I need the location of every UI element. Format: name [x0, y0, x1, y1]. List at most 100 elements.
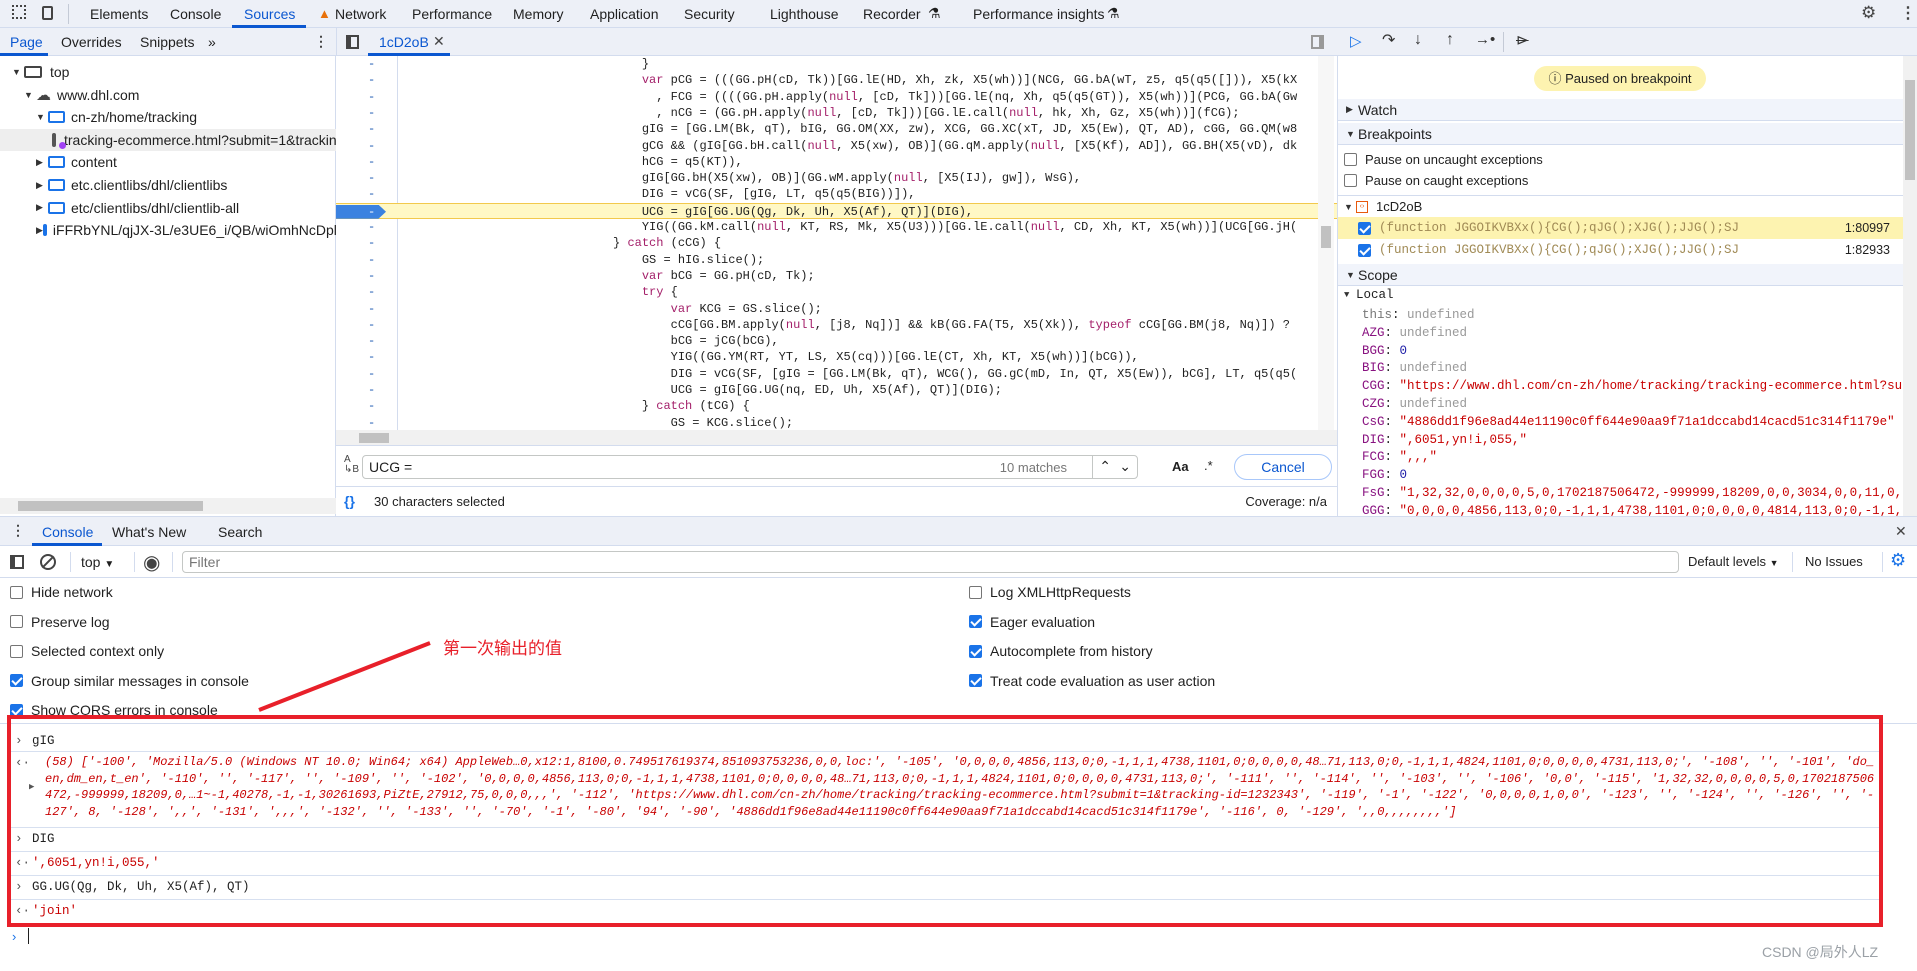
clear-console-icon[interactable] [40, 554, 56, 570]
line-number[interactable]: - [368, 284, 378, 300]
console-setting-checkbox[interactable]: Hide network [10, 584, 113, 600]
line-number[interactable]: - [368, 317, 378, 333]
navigator-tab-page[interactable]: Page [10, 34, 43, 50]
breakpoint-file-group[interactable]: ▼ ‹› 1cD2oB [1344, 199, 1422, 214]
expand-arrow-icon[interactable]: ▶ [29, 782, 34, 792]
tab-application[interactable]: Application [590, 6, 659, 22]
code-editor[interactable]: - } - var pCG = (((GG.pH(cD, Tk))[GG.lE(H… [336, 56, 1337, 430]
tree-item[interactable]: ▼ top [0, 61, 336, 83]
console-setting-checkbox[interactable]: Show CORS errors in console [10, 702, 218, 718]
console-setting-checkbox[interactable]: Selected context only [10, 643, 164, 659]
editor-vertical-scrollbar[interactable] [1318, 56, 1334, 430]
breakpoint-marker-icon[interactable] [336, 204, 386, 219]
toggle-debugger-icon[interactable] [1311, 35, 1324, 49]
scope-variable[interactable]: FsG: "1,32,32,0,0,0,0,5,0,1702187506472,… [1362, 484, 1902, 502]
line-number[interactable]: - [368, 154, 378, 170]
tree-item[interactable]: ▶ etc.clientlibs/dhl/clientlibs [0, 174, 336, 196]
code-line[interactable]: - var pCG = (((GG.pH(cD, Tk))[GG.lE(HD, … [336, 72, 1337, 88]
drawer-tab-console[interactable]: Console [42, 524, 93, 540]
console-input[interactable] [28, 928, 29, 944]
debugger-scrollbar[interactable] [1903, 56, 1917, 516]
scope-variable[interactable]: AZG: undefined [1362, 324, 1467, 342]
code-line[interactable]: - gIG[GG.bH(X5(xw), OB)](GG.wM.apply(nul… [336, 170, 1337, 186]
scope-variable[interactable]: BGG: 0 [1362, 342, 1407, 360]
breakpoints-section-header[interactable]: ▼ Breakpoints [1338, 123, 1903, 145]
code-line[interactable]: - DIG = vCG(SF, [gIG = [GG.LM(Bk, qT), W… [336, 366, 1337, 382]
breakpoint-checkbox[interactable] [1358, 243, 1371, 257]
code-line[interactable]: - , FCG = ((((GG.pH.apply(null, [cD, Tk]… [336, 89, 1337, 105]
checkbox[interactable] [969, 644, 982, 658]
resume-icon[interactable]: ▷ [1350, 32, 1362, 50]
device-toolbar-icon[interactable] [42, 6, 53, 20]
scope-variable[interactable]: BIG: undefined [1362, 359, 1467, 377]
checkbox[interactable] [969, 615, 982, 628]
tab-performance[interactable]: Performance [412, 6, 492, 22]
checkbox[interactable] [969, 674, 982, 687]
scope-variable[interactable]: GGG: "0,0,0,0,4856,113,0;0,-1,1,1,4738,1… [1362, 502, 1902, 516]
drawer-tab-search[interactable]: Search [218, 524, 262, 540]
line-number[interactable]: - [368, 72, 378, 88]
line-number[interactable]: - [368, 268, 378, 284]
line-number[interactable]: - [368, 301, 378, 317]
scrollbar-thumb[interactable] [18, 501, 203, 511]
checkbox[interactable] [1344, 153, 1357, 166]
breakpoint-item[interactable]: (function JGGOIKVBXx(){CG();qJG();XJG();… [1338, 239, 1903, 261]
step-over-icon[interactable]: ↷ [1382, 30, 1395, 50]
scope-variable[interactable]: DIG: ",6051,yn!i,055," [1362, 431, 1527, 449]
scope-variable[interactable]: CGG: "https://www.dhl.com/cn-zh/home/tra… [1362, 377, 1902, 395]
editor-horizontal-scrollbar[interactable] [336, 430, 1337, 446]
tree-item[interactable]: ▶ iFFRbYNL/qjJX-3L/e3UE6_i/QB/wiOmhNcDpl [0, 219, 336, 241]
line-number[interactable]: - [368, 121, 378, 137]
more-tabs-chevron-icon[interactable]: » [208, 34, 216, 50]
pause-caught-checkbox[interactable]: Pause on caught exceptions [1344, 173, 1528, 188]
replace-toggle-icon[interactable]: A ↳B [344, 455, 359, 475]
code-line[interactable]: - var KCG = GS.slice(); [336, 301, 1337, 317]
console-setting-checkbox[interactable]: Treat code evaluation as user action [969, 673, 1215, 689]
toggle-navigator-icon[interactable] [346, 35, 359, 49]
console-text[interactable]: (58) ['-100', 'Mozilla/5.0 (Windows NT 1… [45, 754, 1875, 820]
local-scope-header[interactable]: ▼ Local [1344, 288, 1394, 302]
find-input-value[interactable]: UCG = [369, 459, 412, 475]
next-match-icon[interactable]: ⌄ [1119, 458, 1131, 475]
code-line[interactable]: - YIG((GG.YM(RT, YT, LS, X5(cq)))[GG.lE(… [336, 349, 1337, 365]
line-number[interactable]: - [368, 349, 378, 365]
deactivate-breakpoints-icon[interactable]: ⊳ [1516, 31, 1529, 49]
toggle-sidebar-icon[interactable] [10, 555, 24, 569]
code-line[interactable]: - } [336, 56, 1337, 72]
code-line[interactable]: - UCG = gIG[GG.UG(nq, ED, Uh, X5(Af), QT… [336, 382, 1337, 398]
navigator-menu-icon[interactable]: ⋮ [314, 33, 328, 50]
drawer-menu-icon[interactable]: ⋮ [11, 522, 25, 539]
checkbox[interactable] [10, 644, 23, 658]
step-icon[interactable]: →• [1475, 31, 1495, 48]
scope-variable[interactable]: CsG: "4886dd1f96e8ad44e11190c0ff644e90aa… [1362, 413, 1895, 431]
console-input-entry[interactable]: › gIG [7, 730, 1883, 752]
scope-variable[interactable]: FCG: ",,," [1362, 448, 1437, 466]
navigator-tab-overrides[interactable]: Overrides [61, 34, 122, 50]
line-number[interactable]: - [368, 204, 378, 220]
match-case-button[interactable]: Aa [1172, 459, 1189, 474]
previous-match-icon[interactable]: ⌃ [1099, 458, 1111, 475]
tab-sources[interactable]: Sources [244, 6, 295, 22]
console-result-entry[interactable]: ‹· ▶ (58) ['-100', 'Mozilla/5.0 (Windows N… [7, 752, 1883, 828]
checkbox[interactable] [969, 585, 982, 599]
checkbox[interactable] [10, 615, 23, 628]
console-setting-checkbox[interactable]: Preserve log [10, 614, 110, 630]
close-tab-icon[interactable]: ✕ [433, 33, 445, 50]
code-line[interactable]: - hCG = q5(KT)), [336, 154, 1337, 170]
tab-network[interactable]: Network [335, 6, 386, 22]
line-number[interactable]: - [368, 252, 378, 268]
code-line[interactable]: - bCG = jCG(bCG), [336, 333, 1337, 349]
code-line[interactable]: - } catch (tCG) { [336, 398, 1337, 414]
line-number[interactable]: - [368, 138, 378, 154]
scrollbar-thumb[interactable] [1905, 80, 1915, 180]
console-input-entry[interactable]: › DIG [7, 828, 1883, 852]
inspect-element-icon[interactable] [12, 5, 26, 19]
console-setting-checkbox[interactable]: Group similar messages in console [10, 673, 249, 689]
scope-section-header[interactable]: ▼ Scope [1338, 264, 1903, 286]
line-number[interactable]: - [368, 333, 378, 349]
scope-variable[interactable]: CZG: undefined [1362, 395, 1467, 413]
breakpoint-item[interactable]: (function JGGOIKVBXx(){CG();qJG();XJG();… [1338, 217, 1903, 239]
console-filter-input[interactable] [182, 551, 1679, 573]
line-number[interactable]: - [368, 105, 378, 121]
regex-button[interactable]: .* [1204, 458, 1213, 473]
